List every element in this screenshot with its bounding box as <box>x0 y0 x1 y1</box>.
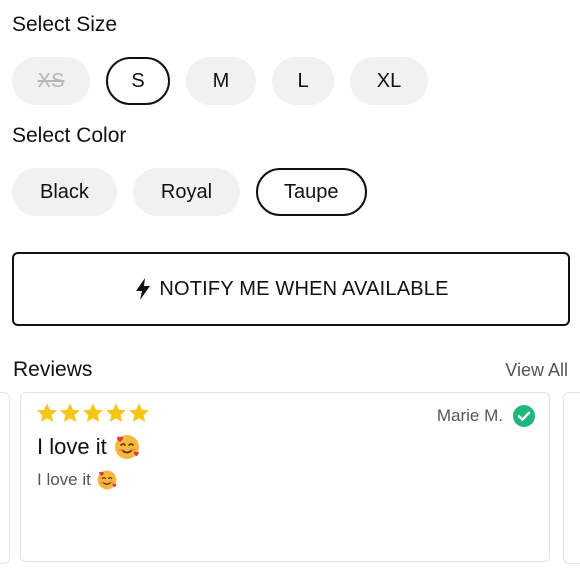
star-rating <box>36 402 150 424</box>
lightning-bolt-icon <box>136 278 151 300</box>
view-all-link[interactable]: View All <box>505 360 568 381</box>
star-icon <box>106 403 126 422</box>
star-icon <box>129 403 149 422</box>
color-option-taupe[interactable]: Taupe <box>256 168 367 216</box>
smiling-face-with-hearts-icon <box>97 470 117 490</box>
color-option-royal[interactable]: Royal <box>132 168 241 216</box>
smiling-face-with-hearts-icon <box>114 435 139 459</box>
previous-review-card[interactable] <box>0 392 10 564</box>
verified-check-icon <box>513 405 535 427</box>
color-options: Black Royal Taupe <box>12 168 367 216</box>
color-option-black[interactable]: Black <box>12 168 117 216</box>
size-option-s[interactable]: S <box>106 57 170 105</box>
review-card: Marie M. I love it I love it <box>20 392 550 562</box>
review-body-text: I love it <box>37 470 91 489</box>
next-review-card[interactable] <box>563 392 580 564</box>
review-title-text: I love it <box>37 434 107 459</box>
review-body: I love it <box>37 469 118 491</box>
size-options: XS S M L XL <box>12 57 428 105</box>
star-icon <box>83 403 103 422</box>
review-title: I love it <box>37 433 141 461</box>
notify-me-label: NOTIFY ME WHEN AVAILABLE <box>159 277 449 300</box>
star-icon <box>37 403 57 422</box>
color-section-title: Select Color <box>12 124 127 147</box>
notify-me-button[interactable]: NOTIFY ME WHEN AVAILABLE <box>12 252 570 326</box>
size-option-xl[interactable]: XL <box>350 57 428 105</box>
reviews-title: Reviews <box>13 358 93 381</box>
size-option-l[interactable]: L <box>272 57 334 105</box>
size-section-title: Select Size <box>12 13 118 36</box>
size-option-xs[interactable]: XS <box>12 57 90 105</box>
review-author: Marie M. <box>436 406 503 425</box>
size-option-m[interactable]: M <box>186 57 256 105</box>
star-icon <box>60 403 80 422</box>
